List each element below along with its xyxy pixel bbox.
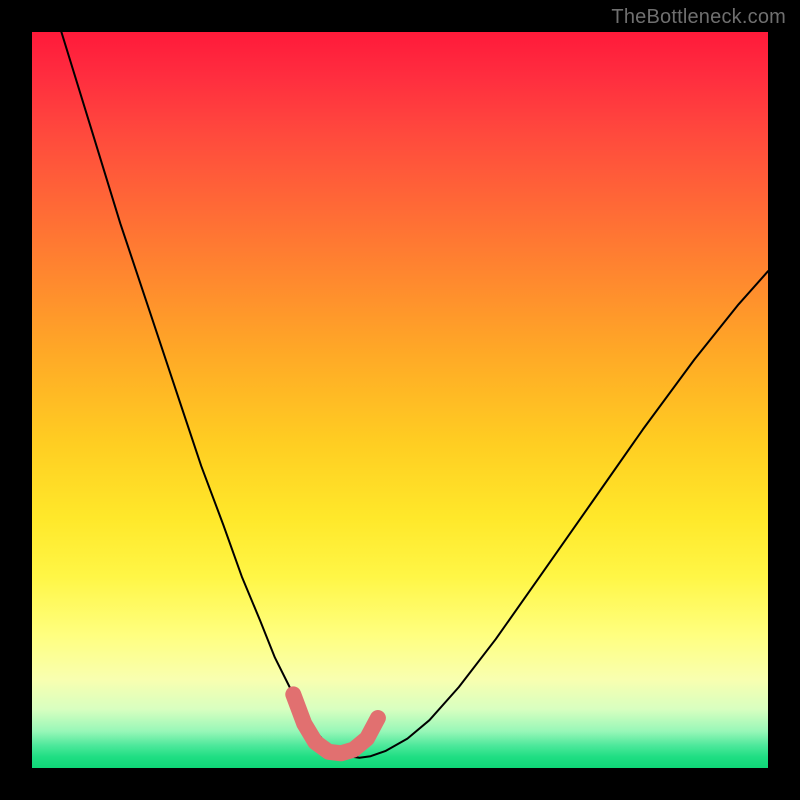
- bottleneck-curve: [61, 32, 768, 758]
- valley-highlight: [293, 694, 378, 753]
- watermark-text: TheBottleneck.com: [611, 6, 786, 29]
- chart-svg: [32, 32, 768, 768]
- plot-area: [32, 32, 768, 768]
- chart-frame: TheBottleneck.com: [0, 0, 800, 800]
